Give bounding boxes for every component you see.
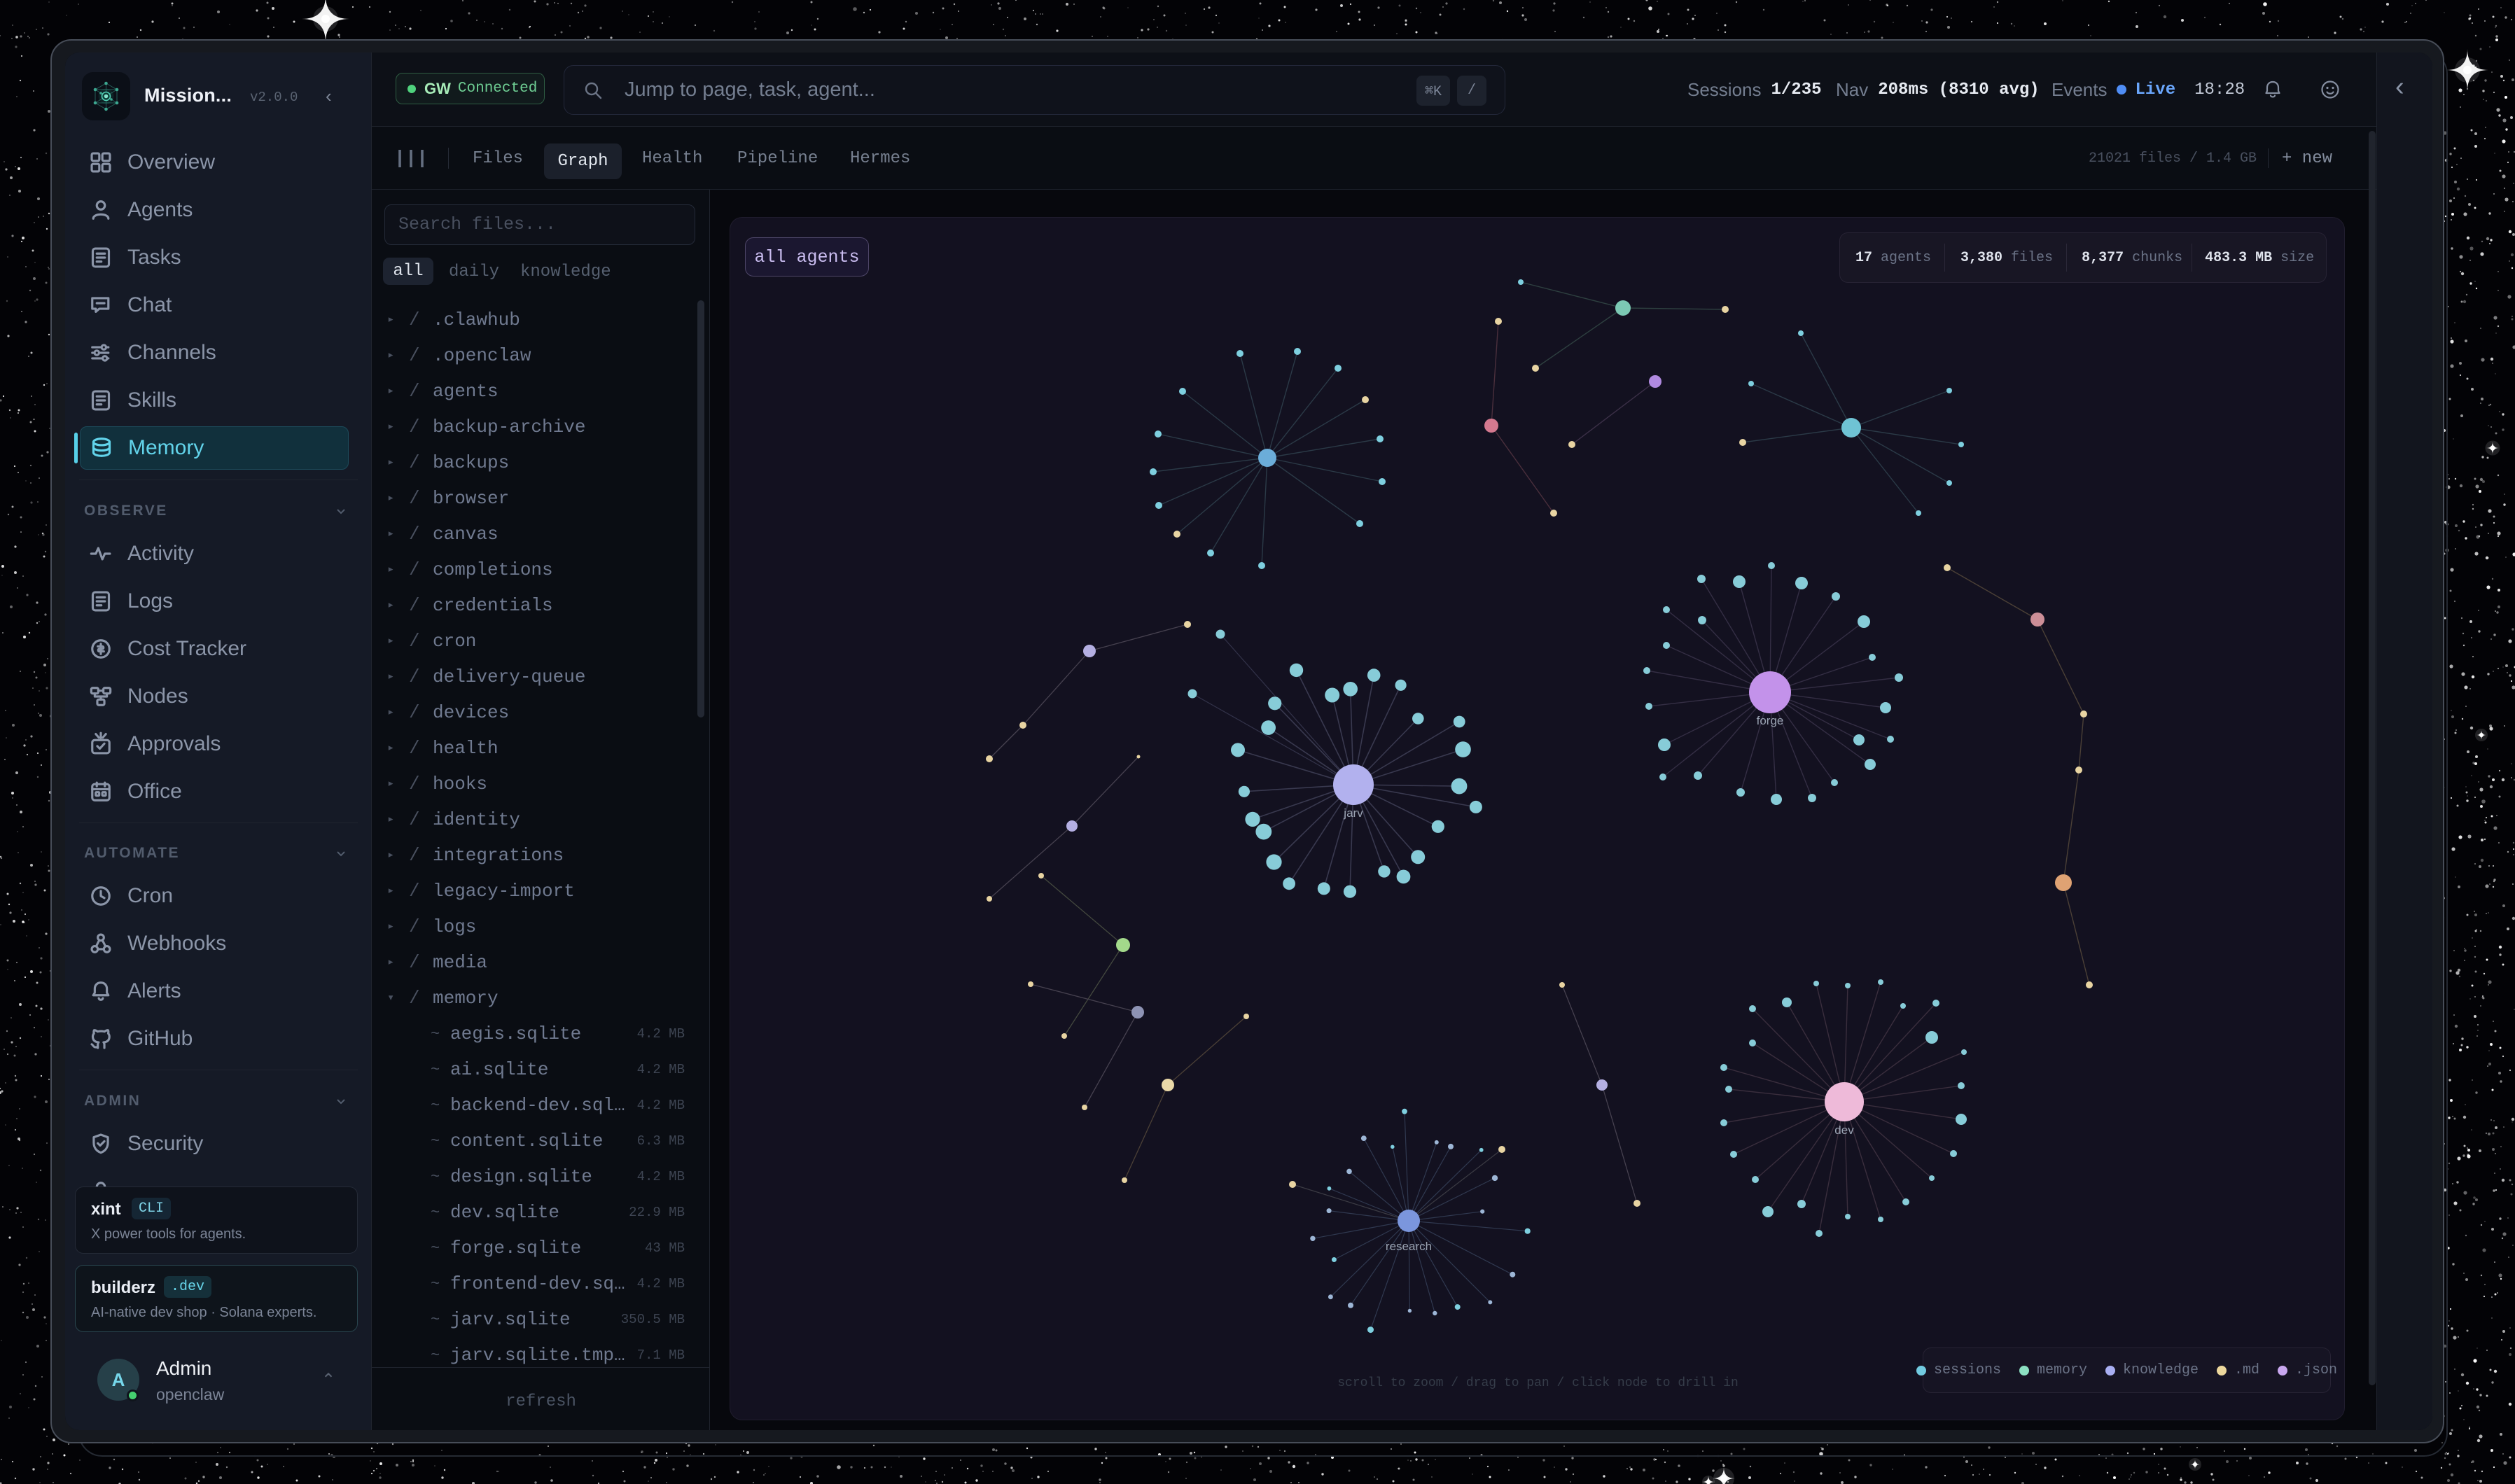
svg-text:dev: dev: [1834, 1124, 1854, 1137]
svg-text:research: research: [1386, 1240, 1432, 1253]
svg-text:forge: forge: [1757, 714, 1784, 727]
svg-text:jarv: jarv: [1343, 806, 1363, 820]
